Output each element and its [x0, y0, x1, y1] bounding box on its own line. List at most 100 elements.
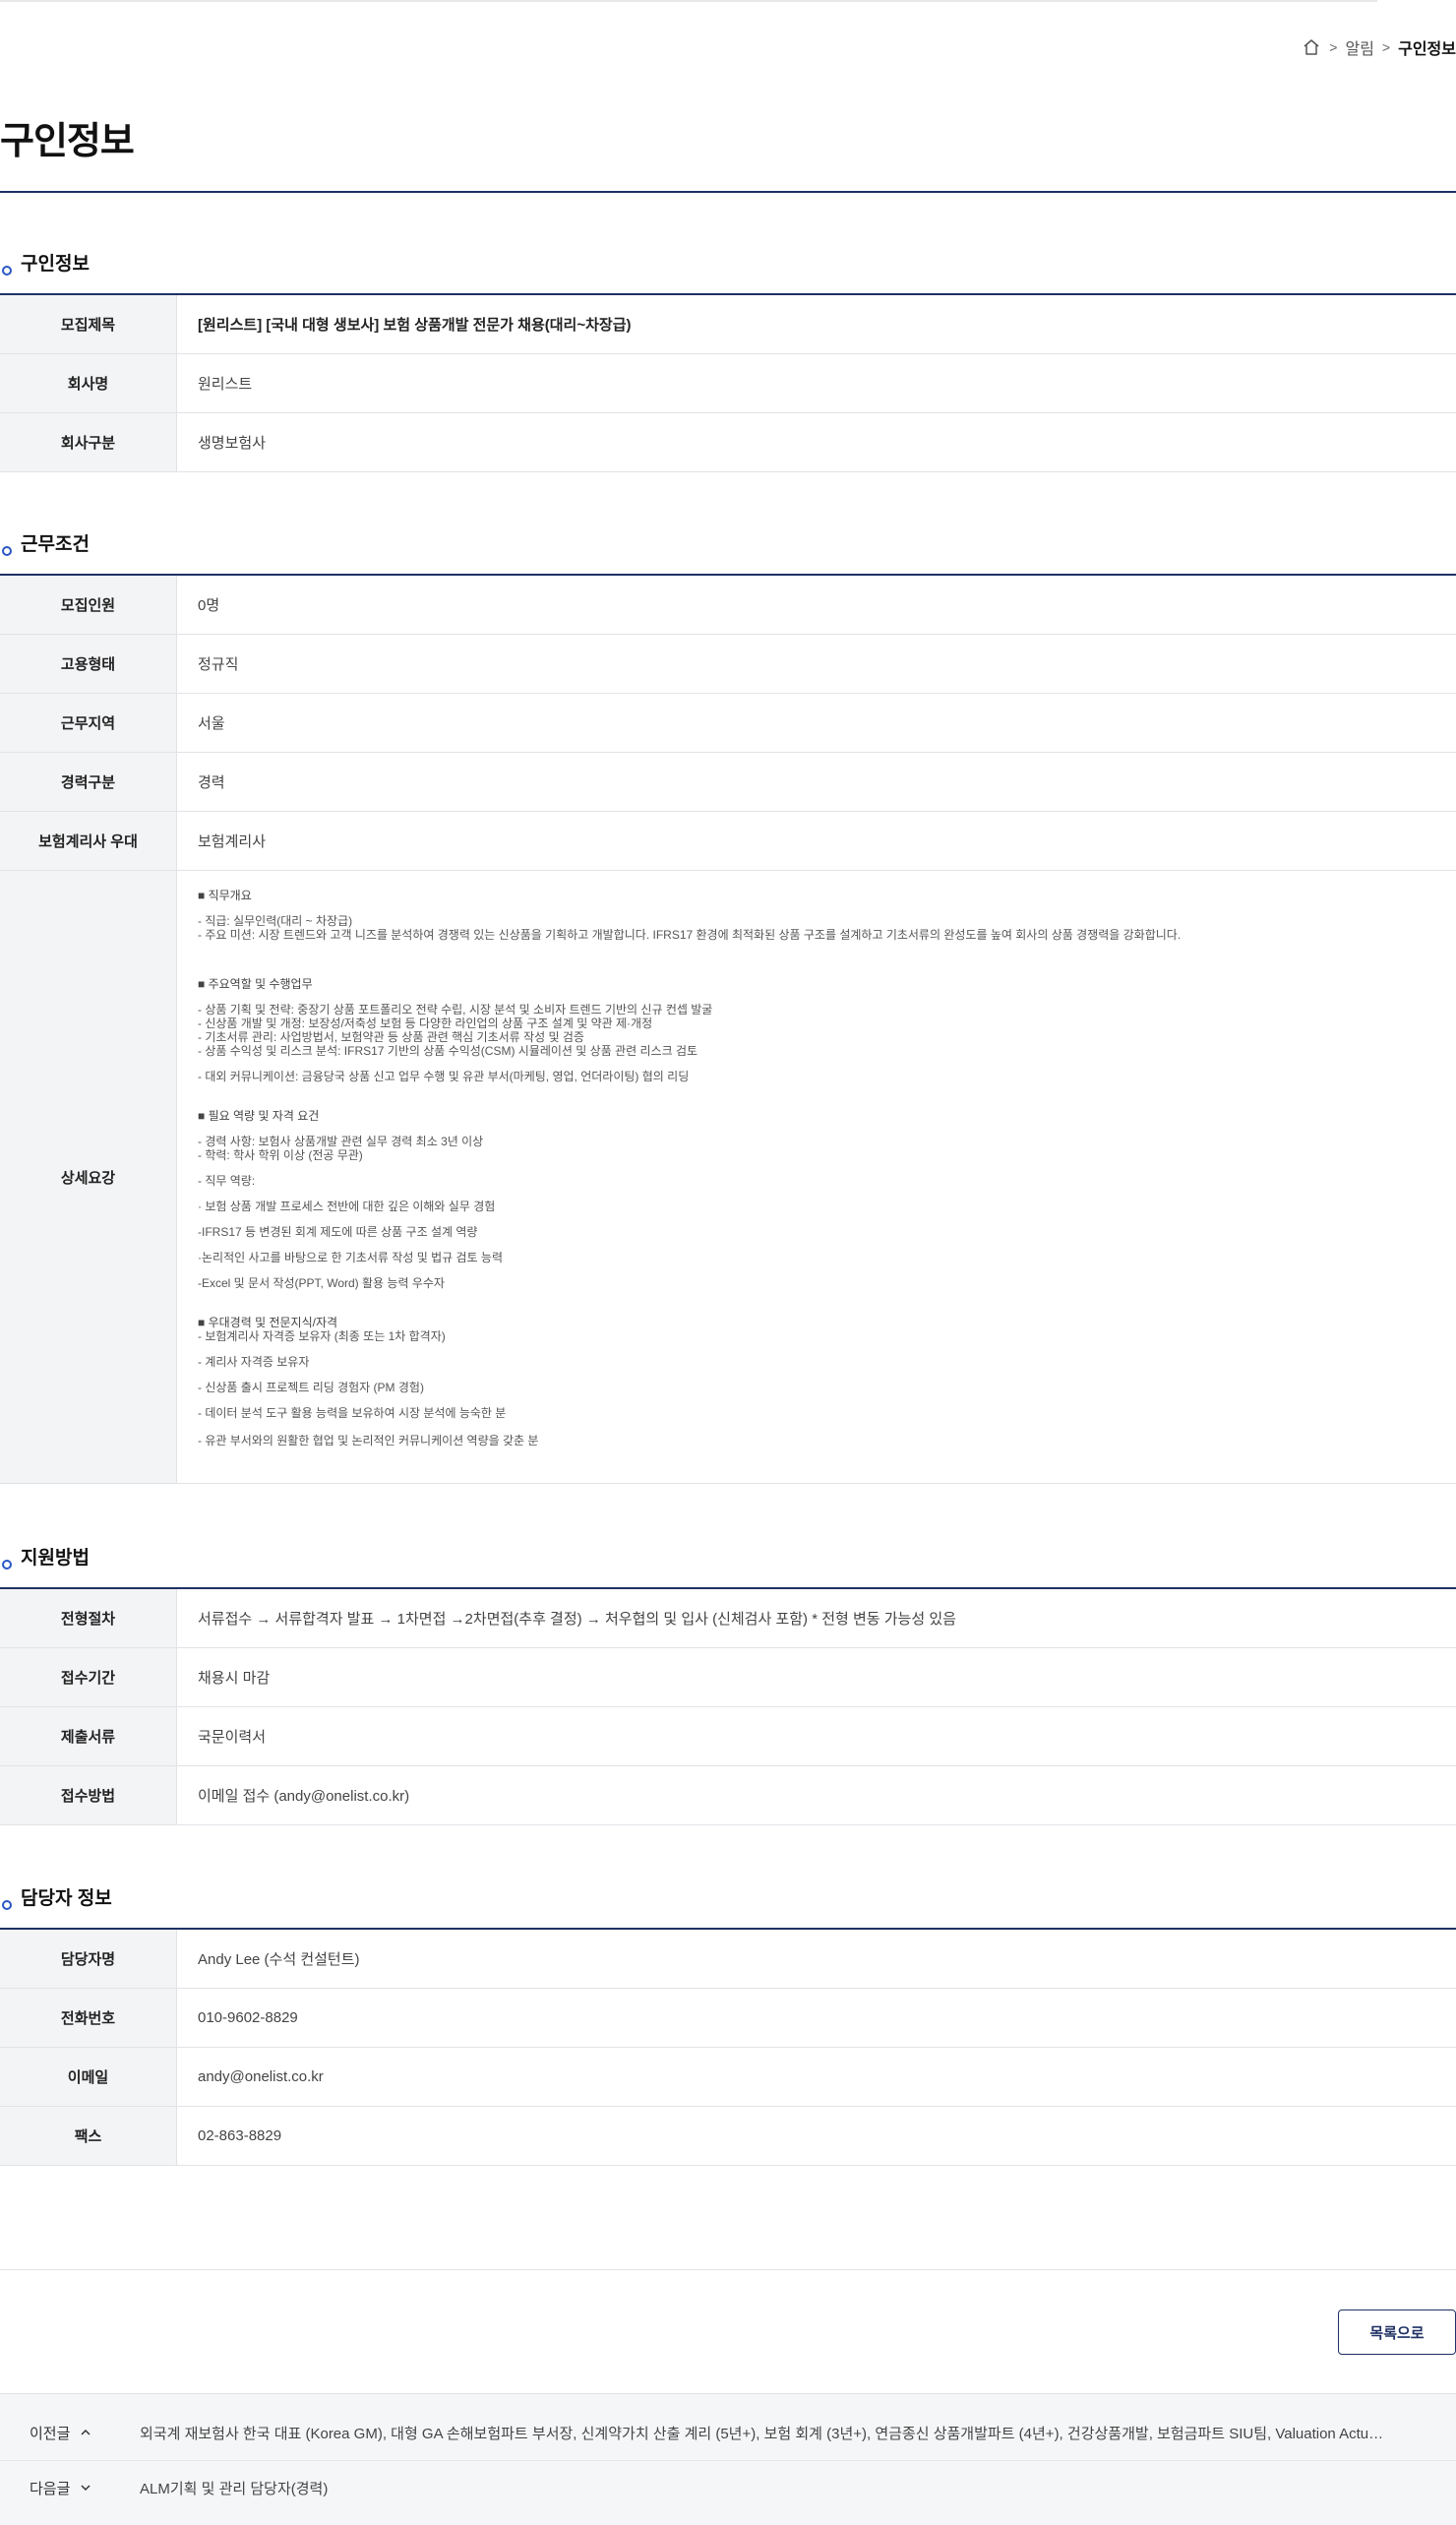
section-title: 구인정보	[21, 254, 90, 275]
table-row: 경력구분 경력	[0, 753, 1456, 812]
row-label: 담당자명	[0, 1930, 177, 1988]
section-header: 지원방법	[0, 1524, 1456, 1587]
job-info-table: 모집제목 [원리스트] [국내 대형 생보사] 보험 상품개발 전문가 채용(대…	[0, 293, 1456, 472]
breadcrumb-separator: >	[1329, 39, 1338, 55]
table-row: 접수방법 이메일 접수 (andy@onelist.co.kr)	[0, 1766, 1456, 1825]
row-label: 이메일	[0, 2048, 177, 2106]
prev-post-label-wrap: 이전글	[0, 2423, 108, 2443]
detail-line: - 직무 역량:	[198, 1174, 256, 1188]
prev-post-link[interactable]: 이전글 외국계 재보험사 한국 대표 (Korea GM), 대형 GA 손해보…	[0, 2406, 1456, 2459]
row-label: 전형절차	[0, 1589, 177, 1647]
row-value: 정규직	[198, 656, 239, 673]
row-value: andy@onelist.co.kr	[198, 2068, 324, 2085]
breadcrumb-separator: >	[1381, 39, 1391, 55]
apply-table: 전형절차 서류접수 → 서류합격자 발표 → 1차면접 →2차면접(추후 결정)…	[0, 1587, 1456, 1825]
detail-line: - 보험계리사 자격증 보유자 (최종 또는 1차 합격자)	[198, 1329, 446, 1343]
detail-line: - 직급: 실무인력(대리 ~ 차장급)	[198, 914, 353, 928]
section-apply: 지원방법 전형절차 서류접수 → 서류합격자 발표 → 1차면접 →2차면접(추…	[0, 1524, 1456, 1825]
table-row-detail: 상세요강 ■ 직무개요 - 직급: 실무인력(대리 ~ 차장급) - 주요 미션…	[0, 871, 1456, 1484]
row-label: 접수기간	[0, 1648, 177, 1706]
conditions-table: 모집인원 0명 고용형태 정규직 근무지역 서울 경력구분 경력 보험계리사 우…	[0, 574, 1456, 1484]
detail-line: - 경력 사항: 보험사 상품개발 관련 실무 경력 최소 3년 이상	[198, 1135, 484, 1148]
detail-line: - 유관 부서와의 원활한 협업 및 논리적인 커뮤니케이션 역량을 갖춘 분	[198, 1434, 539, 1447]
row-label: 근무지역	[0, 694, 177, 752]
row-value: 02-863-8829	[198, 2127, 282, 2144]
page-title: 구인정보	[0, 121, 135, 162]
content-end-divider	[0, 2269, 1456, 2270]
section-contact: 담당자 정보 담당자명 Andy Lee (수석 컨설턴트) 전화번호 010-…	[0, 1865, 1456, 2166]
table-row: 담당자명 Andy Lee (수석 컨설턴트)	[0, 1930, 1456, 1989]
row-label: 모집인원	[0, 576, 177, 634]
row-value: 010-9602-8829	[198, 2009, 298, 2026]
prev-post-label: 이전글	[30, 2425, 71, 2442]
row-value: 생명보험사	[198, 435, 267, 452]
detail-line: · 보험 상품 개발 프로세스 전반에 대한 깊은 이해와 실무 경험	[198, 1200, 496, 1213]
contact-table: 담당자명 Andy Lee (수석 컨설턴트) 전화번호 010-9602-88…	[0, 1928, 1456, 2166]
table-row: 보험계리사 우대 보험계리사	[0, 812, 1456, 871]
row-value: Andy Lee (수석 컨설턴트)	[198, 1951, 360, 1968]
row-label: 고용형태	[0, 635, 177, 693]
section-header: 구인정보	[0, 230, 1456, 293]
table-row: 전화번호 010-9602-8829	[0, 1989, 1456, 2048]
row-label: 모집제목	[0, 295, 177, 353]
row-value: [원리스트] [국내 대형 생보사] 보험 상품개발 전문가 채용(대리~차장급…	[198, 317, 632, 334]
detail-heading: ■ 직무개요	[198, 889, 252, 902]
detail-line: - 상품 수익성 및 리스크 분석: IFRS17 기반의 상품 수익성(CSM…	[198, 1044, 698, 1058]
breadcrumb-item-current: 구인정보	[1398, 41, 1456, 58]
section-title: 담당자 정보	[21, 1888, 112, 1909]
section-header: 담당자 정보	[0, 1865, 1456, 1928]
section-title: 지원방법	[21, 1548, 90, 1569]
section-title: 근무조건	[21, 534, 90, 555]
table-row: 모집제목 [원리스트] [국내 대형 생보사] 보험 상품개발 전문가 채용(대…	[0, 295, 1456, 354]
table-row: 이메일 andy@onelist.co.kr	[0, 2048, 1456, 2107]
next-post-title[interactable]: ALM기획 및 관리 담당자(경력)	[108, 2478, 1387, 2498]
table-row: 팩스 02-863-8829	[0, 2107, 1456, 2166]
detail-line: ·논리적인 사고를 바탕으로 한 기초서류 작성 및 법규 검토 능력	[198, 1251, 504, 1264]
row-label: 회사명	[0, 354, 177, 412]
detail-line: - 학력: 학사 학위 이상 (전공 무관)	[198, 1148, 363, 1162]
table-row: 제출서류 국문이력서	[0, 1707, 1456, 1766]
detail-heading: ■ 주요역할 및 수행업무	[198, 977, 313, 991]
prev-post-title[interactable]: 외국계 재보험사 한국 대표 (Korea GM), 대형 GA 손해보험파트 …	[108, 2423, 1387, 2443]
section-bullet-icon	[2, 546, 12, 556]
title-divider	[0, 191, 1456, 193]
section-bullet-icon	[2, 266, 12, 276]
row-value: 서류접수 → 서류합격자 발표 → 1차면접 →2차면접(추후 결정) → 처우…	[198, 1611, 956, 1628]
row-label: 회사구분	[0, 413, 177, 471]
back-to-list-button[interactable]: 목록으로	[1338, 2309, 1456, 2355]
post-navigation: 이전글 외국계 재보험사 한국 대표 (Korea GM), 대형 GA 손해보…	[0, 2393, 1456, 2525]
row-value: 보험계리사	[198, 833, 267, 850]
next-post-link[interactable]: 다음글 ALM기획 및 관리 담당자(경력)	[0, 2461, 1456, 2514]
detail-heading: ■ 우대경력 및 전문지식/자격	[198, 1316, 338, 1329]
detail-line: - 계리사 자격증 보유자	[198, 1355, 310, 1369]
detail-line: - 기초서류 관리: 사업방법서, 보험약관 등 상품 관련 핵심 기초서류 작…	[198, 1030, 584, 1044]
detail-line: - 신상품 개발 및 개정: 보장성/저축성 보험 등 다양한 라인업의 상품 …	[198, 1016, 653, 1030]
table-row: 근무지역 서울	[0, 694, 1456, 753]
row-value: 국문이력서	[198, 1729, 267, 1746]
table-row: 고용형태 정규직	[0, 635, 1456, 694]
detail-line: - 주요 미션: 시장 트렌드와 고객 니즈를 분석하여 경쟁력 있는 신상품을…	[198, 928, 1182, 942]
row-label: 접수방법	[0, 1766, 177, 1824]
next-post-label: 다음글	[30, 2480, 71, 2497]
table-row: 접수기간 채용시 마감	[0, 1648, 1456, 1707]
breadcrumb-item-notice[interactable]: 알림	[1345, 35, 1373, 59]
home-icon[interactable]	[1302, 37, 1321, 57]
table-row: 회사구분 생명보험사	[0, 413, 1456, 472]
row-label: 팩스	[0, 2107, 177, 2165]
section-bullet-icon	[2, 1900, 12, 1910]
section-conditions: 근무조건 모집인원 0명 고용형태 정규직 근무지역 서울 경력구분 경력 보험…	[0, 511, 1456, 1484]
row-value: 이메일 접수 (andy@onelist.co.kr)	[198, 1788, 410, 1805]
row-value: 서울	[198, 715, 225, 732]
row-value: 원리스트	[198, 376, 253, 393]
detail-content: ■ 직무개요 - 직급: 실무인력(대리 ~ 차장급) - 주요 미션: 시장 …	[177, 871, 1181, 1483]
row-label: 보험계리사 우대	[0, 812, 177, 870]
table-row: 회사명 원리스트	[0, 354, 1456, 413]
detail-line: - 데이터 분석 도구 활용 능력을 보유하여 시장 분석에 능숙한 분	[198, 1406, 507, 1420]
table-row: 전형절차 서류접수 → 서류합격자 발표 → 1차면접 →2차면접(추후 결정)…	[0, 1589, 1456, 1648]
section-bullet-icon	[2, 1560, 12, 1570]
top-divider	[0, 0, 1377, 2]
detail-heading: ■ 필요 역량 및 자격 요건	[198, 1109, 320, 1123]
detail-line: - 대외 커뮤니케이션: 금융당국 상품 신고 업무 수행 및 유관 부서(마케…	[198, 1070, 690, 1083]
detail-line: - 신상품 출시 프로젝트 리딩 경험자 (PM 경험)	[198, 1381, 424, 1394]
row-value: 채용시 마감	[198, 1670, 271, 1687]
